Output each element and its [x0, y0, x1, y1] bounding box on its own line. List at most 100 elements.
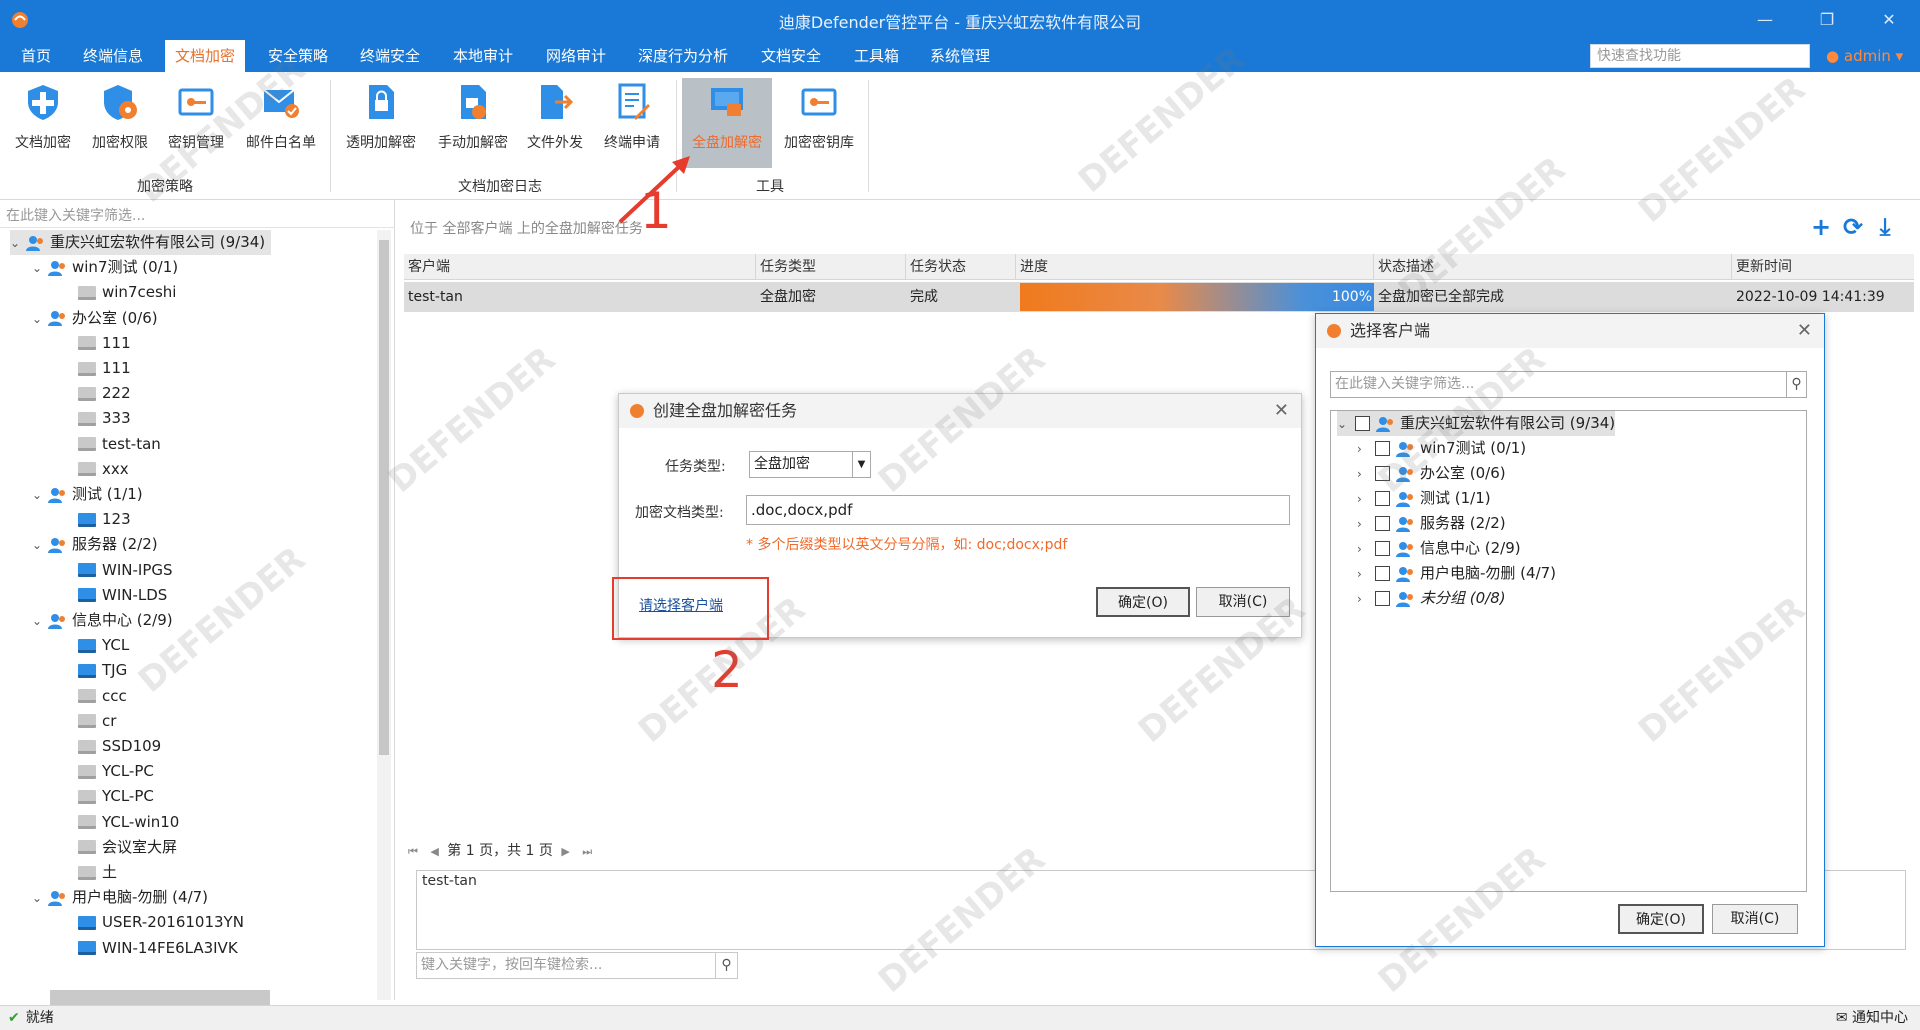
tree-filter-input[interactable]: 在此键入关键字筛选...: [0, 204, 395, 228]
tree-client-node[interactable]: YCL: [78, 633, 129, 658]
ribbon-transparent-encrypt-button[interactable]: 透明加解密: [340, 78, 422, 168]
node-checkbox[interactable]: [1375, 541, 1390, 556]
ok-button[interactable]: 确定(O): [1618, 904, 1704, 934]
keyword-search-input[interactable]: 键入关键字，按回车键检索... ⚲: [416, 952, 738, 979]
close-button[interactable]: ✕: [1874, 8, 1904, 32]
column-header-description[interactable]: 状态描述: [1374, 254, 1732, 280]
chevron-down-icon[interactable]: ⌄: [1337, 412, 1355, 437]
menu-toolbox[interactable]: 工具箱: [844, 40, 909, 72]
chevron-right-icon[interactable]: ›: [1357, 512, 1375, 537]
chevron-down-icon[interactable]: ⌄: [32, 533, 48, 558]
client-tree-node[interactable]: › 用户电脑-勿删 (4/7): [1357, 561, 1556, 586]
doc-type-input[interactable]: .doc,docx,pdf: [746, 495, 1290, 525]
client-tree-node[interactable]: › win7测试 (0/1): [1357, 436, 1526, 461]
tree-client-node[interactable]: SSD109: [78, 734, 161, 759]
column-header-updated[interactable]: 更新时间: [1732, 254, 1914, 280]
tree-client-node[interactable]: ccc: [78, 684, 127, 709]
tree-client-node[interactable]: win7ceshi: [78, 280, 176, 305]
tree-horizontal-scrollbar[interactable]: [50, 990, 270, 1006]
tree-client-node[interactable]: cr: [78, 709, 116, 734]
ribbon-encrypt-permission-button[interactable]: 加密权限: [86, 78, 154, 168]
search-icon[interactable]: ⚲: [1786, 372, 1806, 397]
client-tree-node[interactable]: › 服务器 (2/2): [1357, 511, 1506, 536]
tree-client-node[interactable]: 333: [78, 406, 131, 431]
search-icon[interactable]: ⚲: [715, 953, 737, 978]
node-checkbox[interactable]: [1375, 491, 1390, 506]
ribbon-doc-encrypt-button[interactable]: 文档加密: [8, 78, 78, 168]
tree-group-node[interactable]: ⌄ win7测试 (0/1): [32, 255, 178, 280]
menu-local-audit[interactable]: 本地审计: [443, 40, 523, 72]
tree-client-node[interactable]: 123: [78, 507, 131, 532]
tree-client-node[interactable]: 111: [78, 356, 131, 381]
tree-client-node[interactable]: TJG: [78, 658, 127, 683]
node-checkbox[interactable]: [1375, 441, 1390, 456]
menu-network-audit[interactable]: 网络审计: [536, 40, 616, 72]
scrollbar-thumb[interactable]: [379, 240, 389, 755]
client-tree-node[interactable]: › 测试 (1/1): [1357, 486, 1491, 511]
prev-page-icon[interactable]: ◀: [430, 845, 438, 858]
tree-client-node[interactable]: xxx: [78, 457, 129, 482]
menu-doc-encryption[interactable]: 文档加密: [165, 40, 246, 72]
client-tree-node[interactable]: ⌄ 重庆兴虹宏软件有限公司 (9/34): [1337, 411, 1616, 437]
menu-terminal-security[interactable]: 终端安全: [350, 40, 430, 72]
node-checkbox[interactable]: [1355, 416, 1370, 431]
ribbon-file-outgoing-button[interactable]: 文件外发: [520, 78, 590, 168]
node-checkbox[interactable]: [1375, 591, 1390, 606]
close-icon[interactable]: ✕: [1797, 314, 1812, 348]
user-menu[interactable]: ● admin ▾: [1826, 40, 1903, 72]
tree-group-node[interactable]: ⌄ 服务器 (2/2): [32, 532, 158, 557]
chevron-down-icon[interactable]: ⌄: [32, 886, 48, 911]
tree-client-node[interactable]: test-tan: [78, 432, 161, 457]
chevron-right-icon[interactable]: ›: [1357, 487, 1375, 512]
node-checkbox[interactable]: [1375, 466, 1390, 481]
task-type-select[interactable]: 全盘加密 ▼: [749, 451, 871, 478]
cancel-button[interactable]: 取消(C): [1712, 904, 1798, 934]
node-checkbox[interactable]: [1375, 516, 1390, 531]
tree-group-node[interactable]: ⌄ 重庆兴虹宏软件有限公司 (9/34): [10, 230, 272, 256]
chevron-right-icon[interactable]: ›: [1357, 587, 1375, 612]
chevron-right-icon[interactable]: ›: [1357, 462, 1375, 487]
chevron-right-icon[interactable]: ›: [1357, 437, 1375, 462]
add-icon[interactable]: +: [1808, 214, 1834, 240]
menu-system-management[interactable]: 系统管理: [920, 40, 1000, 72]
quick-search-input[interactable]: 快速查找功能: [1590, 44, 1810, 68]
ribbon-key-management-button[interactable]: 密钥管理: [162, 78, 230, 168]
menu-behavior-analysis[interactable]: 深度行为分析: [628, 40, 738, 72]
tree-client-node[interactable]: 土: [78, 860, 117, 885]
tree-group-node[interactable]: ⌄ 信息中心 (2/9): [32, 608, 173, 633]
chevron-down-icon[interactable]: ⌄: [32, 256, 48, 281]
client-tree-node[interactable]: › 信息中心 (2/9): [1357, 536, 1521, 561]
column-header-task-type[interactable]: 任务类型: [756, 254, 906, 280]
chevron-down-icon[interactable]: ⌄: [10, 231, 26, 256]
menu-doc-security[interactable]: 文档安全: [751, 40, 831, 72]
chevron-right-icon[interactable]: ›: [1357, 562, 1375, 587]
menu-security-policy[interactable]: 安全策略: [258, 40, 338, 72]
close-icon[interactable]: ✕: [1274, 394, 1289, 428]
notification-center[interactable]: ✉ 通知中心: [1836, 1006, 1908, 1030]
tree-client-node[interactable]: YCL-win10: [78, 810, 179, 835]
minimize-button[interactable]: —: [1750, 8, 1780, 32]
ok-button[interactable]: 确定(O): [1096, 587, 1190, 617]
chevron-down-icon[interactable]: ▼: [852, 452, 870, 477]
tree-client-node[interactable]: YCL-PC: [78, 784, 154, 809]
tree-client-node[interactable]: WIN-IPGS: [78, 558, 173, 583]
ribbon-manual-encrypt-button[interactable]: 手动加解密: [432, 78, 514, 168]
chevron-down-icon[interactable]: ⌄: [32, 483, 48, 508]
restore-button[interactable]: ❐: [1812, 8, 1842, 32]
tree-client-node[interactable]: WIN-14FE6LA3IVK: [78, 936, 238, 961]
tree-group-node[interactable]: ⌄ 办公室 (0/6): [32, 306, 158, 331]
refresh-icon[interactable]: ⟳: [1840, 214, 1866, 240]
column-header-client[interactable]: 客户端: [404, 254, 756, 280]
menu-terminal-info[interactable]: 终端信息: [73, 40, 153, 72]
tree-client-node[interactable]: WIN-LDS: [78, 583, 167, 608]
chevron-down-icon[interactable]: ⌄: [32, 609, 48, 634]
client-tree-node[interactable]: › 未分组 (0/8): [1357, 586, 1506, 611]
tree-client-node[interactable]: 222: [78, 381, 131, 406]
chevron-down-icon[interactable]: ⌄: [32, 307, 48, 332]
node-checkbox[interactable]: [1375, 566, 1390, 581]
tree-group-node[interactable]: ⌄ 用户电脑-勿删 (4/7): [32, 885, 208, 910]
tree-client-node[interactable]: 会议室大屏: [78, 835, 177, 860]
tree-client-node[interactable]: USER-20161013YN: [78, 910, 244, 935]
table-row[interactable]: test-tan 全盘加密 完成 100% 全盘加密已全部完成 2022-10-…: [404, 282, 1914, 312]
ribbon-mail-whitelist-button[interactable]: 邮件白名单: [238, 78, 324, 168]
